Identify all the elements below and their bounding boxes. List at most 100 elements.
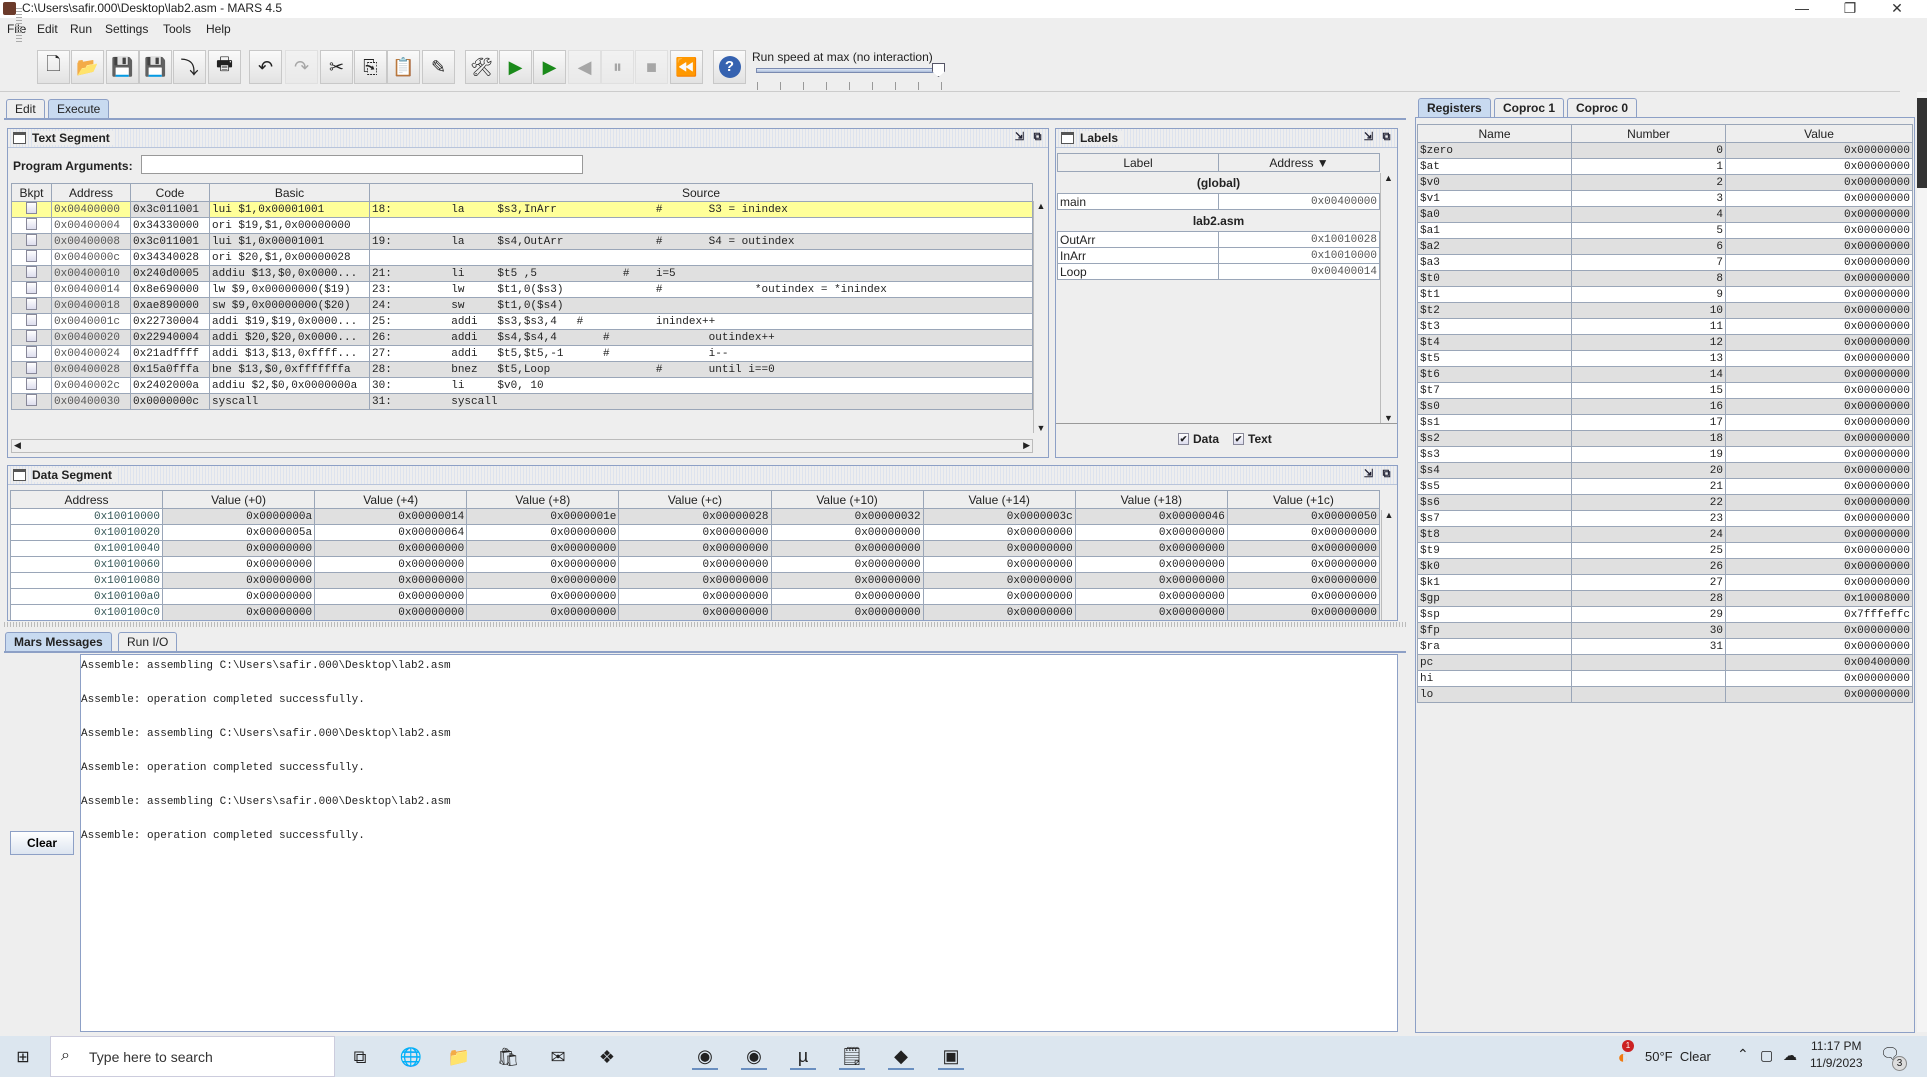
text-row[interactable]: 0x00400018 0xae890000 sw $9,0x00000000($20… bbox=[11, 297, 1033, 314]
register-value[interactable]: 0x00000000 bbox=[1725, 366, 1913, 383]
register-value[interactable]: 0x00000000 bbox=[1725, 686, 1913, 703]
toolbar-grip[interactable] bbox=[16, 8, 22, 42]
data-value-cell[interactable]: 0x00000000 bbox=[314, 604, 468, 620]
data-checkbox[interactable]: ✔ bbox=[1178, 433, 1189, 445]
data-col-header[interactable]: Value (+10) bbox=[770, 490, 924, 509]
data-value-cell[interactable]: 0x00000000 bbox=[314, 588, 468, 605]
taskbar-search[interactable]: ⌕ Type here to search bbox=[50, 1036, 335, 1077]
register-value[interactable]: 0x00000000 bbox=[1725, 350, 1913, 367]
text-vertical-scrollbar[interactable]: ▲ ▼ bbox=[1033, 201, 1048, 433]
data-value-cell[interactable]: 0x00000000 bbox=[618, 588, 772, 605]
col-basic[interactable]: Basic bbox=[209, 183, 370, 202]
data-col-header[interactable]: Value (+18) bbox=[1074, 490, 1228, 509]
data-value-cell[interactable]: 0x00000000 bbox=[466, 604, 620, 620]
maximize-panel-icon[interactable]: ⧉ bbox=[1380, 131, 1393, 144]
messages-area[interactable]: Assemble: assembling C:\Users\safir.000\… bbox=[80, 654, 1398, 1032]
tab-coproc-1[interactable]: Coproc 1 bbox=[1494, 98, 1565, 117]
data-value-cell[interactable]: 0x00000000 bbox=[770, 524, 924, 541]
data-value-cell[interactable]: 0x00000028 bbox=[618, 508, 772, 525]
register-value[interactable]: 0x00000000 bbox=[1725, 414, 1913, 431]
data-value-cell[interactable]: 0x0000003c bbox=[922, 508, 1076, 525]
tab-run-io[interactable]: Run I/O bbox=[118, 632, 178, 651]
breakpoint-checkbox[interactable] bbox=[26, 298, 37, 310]
restore-button[interactable]: ❐ bbox=[1830, 0, 1870, 18]
data-value-cell[interactable]: 0x00000000 bbox=[1226, 524, 1381, 541]
menu-help[interactable]: Help bbox=[206, 22, 231, 36]
weather-text[interactable]: 50°F Clear bbox=[1645, 1049, 1711, 1064]
register-value[interactable]: 0x00000000 bbox=[1725, 190, 1913, 207]
assemble-button[interactable]: 🛠 bbox=[465, 50, 498, 84]
text-row[interactable]: 0x0040000c 0x34340028 ori $20,$1,0x0000002… bbox=[11, 249, 1033, 266]
text-checkbox[interactable]: ✔ bbox=[1233, 433, 1245, 445]
data-value-cell[interactable]: 0x00000032 bbox=[770, 508, 924, 525]
text-horizontal-scrollbar[interactable]: ◀ ▶ bbox=[11, 439, 1033, 453]
data-value-cell[interactable]: 0x00000000 bbox=[161, 604, 316, 620]
data-value-cell[interactable]: 0x00000000 bbox=[922, 524, 1076, 541]
breakpoint-checkbox[interactable] bbox=[26, 362, 37, 374]
taskbar-mail-icon[interactable]: ✉ bbox=[545, 1044, 571, 1070]
register-value[interactable]: 0x00000000 bbox=[1725, 158, 1913, 175]
data-value-cell[interactable]: 0x0000001e bbox=[466, 508, 620, 525]
register-value[interactable]: 0x00000000 bbox=[1725, 462, 1913, 479]
register-value[interactable]: 0x00400000 bbox=[1725, 654, 1913, 671]
register-value[interactable]: 0x00000000 bbox=[1725, 286, 1913, 303]
text-row[interactable]: 0x00400024 0x21adffff addi $13,$13,0xffff.… bbox=[11, 345, 1033, 362]
register-value[interactable]: 0x00000000 bbox=[1725, 446, 1913, 463]
paste-button[interactable]: 📋 bbox=[387, 50, 420, 84]
undo-button[interactable]: ↶ bbox=[249, 50, 282, 84]
windows-start-icon[interactable]: ⊞ bbox=[10, 1044, 36, 1070]
tab-execute[interactable]: Execute bbox=[48, 99, 110, 118]
tab-coproc-0[interactable]: Coproc 0 bbox=[1567, 98, 1638, 117]
tab-edit[interactable]: Edit bbox=[6, 99, 45, 118]
register-value[interactable]: 0x00000000 bbox=[1725, 622, 1913, 639]
data-value-cell[interactable]: 0x00000000 bbox=[1074, 524, 1228, 541]
close-button[interactable]: ✕ bbox=[1877, 0, 1917, 18]
taskbar-edge-icon[interactable]: 🌐 bbox=[398, 1044, 424, 1070]
clear-button[interactable]: Clear bbox=[10, 831, 74, 855]
data-value-cell[interactable]: 0x00000000 bbox=[1226, 604, 1381, 620]
text-row[interactable]: 0x00400030 0x0000000c syscall 31: syscall bbox=[11, 393, 1033, 410]
cut-button[interactable]: ✂ bbox=[320, 50, 353, 84]
data-col-header[interactable]: Value (+1c) bbox=[1226, 490, 1381, 509]
text-row[interactable]: 0x00400004 0x34330000 ori $19,$1,0x0000000… bbox=[11, 217, 1033, 234]
data-value-cell[interactable]: 0x00000000 bbox=[1074, 604, 1228, 620]
data-value-cell[interactable]: 0x00000000 bbox=[770, 588, 924, 605]
register-value[interactable]: 0x00000000 bbox=[1725, 558, 1913, 575]
col-label-address[interactable]: Address ▼ bbox=[1218, 153, 1380, 172]
text-row[interactable]: 0x00400028 0x15a0fffa bne $13,$0,0xfffffff… bbox=[11, 361, 1033, 378]
menu-tools[interactable]: Tools bbox=[163, 22, 191, 36]
help-button[interactable]: ? bbox=[713, 50, 746, 84]
data-value-cell[interactable]: 0x00000000 bbox=[618, 556, 772, 573]
register-value[interactable]: 0x00000000 bbox=[1725, 206, 1913, 223]
redo-button[interactable]: ↷ bbox=[285, 50, 318, 84]
tab-registers[interactable]: Registers bbox=[1418, 98, 1491, 117]
minimize-panel-icon[interactable]: ⇲ bbox=[1362, 131, 1375, 144]
breakpoint-checkbox[interactable] bbox=[26, 250, 37, 262]
data-address-cell[interactable]: 0x10010060 bbox=[10, 556, 163, 573]
col-code[interactable]: Code bbox=[130, 183, 210, 202]
register-value[interactable]: 0x10008000 bbox=[1725, 590, 1913, 607]
register-value[interactable]: 0x00000000 bbox=[1725, 542, 1913, 559]
register-value[interactable]: 0x00000000 bbox=[1725, 526, 1913, 543]
dump-memory-button[interactable]: ⤵ bbox=[173, 50, 206, 84]
register-value[interactable]: 0x00000000 bbox=[1725, 270, 1913, 287]
step-button[interactable]: ▶ bbox=[533, 50, 566, 84]
data-value-cell[interactable]: 0x00000050 bbox=[1226, 508, 1381, 525]
data-value-cell[interactable]: 0x00000000 bbox=[466, 524, 620, 541]
taskbar-app-11-icon[interactable]: ◆ bbox=[888, 1044, 914, 1070]
data-value-cell[interactable]: 0x0000000a bbox=[161, 508, 316, 525]
data-address-cell[interactable]: 0x10010020 bbox=[10, 524, 163, 541]
data-scrollbar[interactable]: ▲ bbox=[1381, 510, 1396, 620]
data-value-cell[interactable]: 0x00000000 bbox=[161, 572, 316, 589]
text-row[interactable]: 0x0040001c 0x22730004 addi $19,$19,0x0000.… bbox=[11, 313, 1033, 330]
data-value-cell[interactable]: 0x00000000 bbox=[314, 540, 468, 557]
menu-edit[interactable]: Edit bbox=[37, 22, 58, 36]
data-value-cell[interactable]: 0x00000000 bbox=[466, 556, 620, 573]
breakpoint-checkbox[interactable] bbox=[26, 346, 37, 358]
data-value-cell[interactable]: 0x00000000 bbox=[1226, 572, 1381, 589]
save-file-button[interactable]: 💾 bbox=[106, 50, 139, 84]
breakpoint-checkbox[interactable] bbox=[26, 266, 37, 278]
data-value-cell[interactable]: 0x00000000 bbox=[1226, 540, 1381, 557]
breakpoint-checkbox[interactable] bbox=[26, 394, 37, 406]
text-row[interactable]: 0x00400014 0x8e690000 lw $9,0x00000000($19… bbox=[11, 281, 1033, 298]
